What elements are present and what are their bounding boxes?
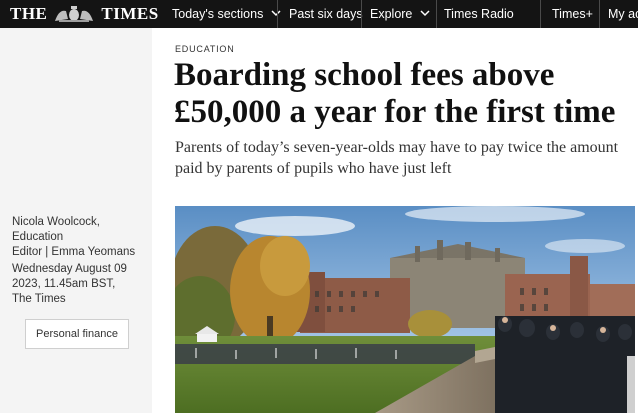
nav-my-account[interactable]: My ac <box>608 0 638 28</box>
nav-times-plus[interactable]: Times+ <box>552 0 593 28</box>
nav-my-account-label: My ac <box>608 7 638 21</box>
the-times-logo[interactable]: THE TIMES <box>10 3 159 25</box>
nav-todays-sections[interactable]: Today's sections <box>172 0 281 28</box>
author-line-1: Nicola Woolcock, Education <box>12 216 100 243</box>
publish-date: Wednesday August 09 2023, 11.45am BST, T… <box>12 262 147 307</box>
nav-explore[interactable]: Explore <box>370 0 430 28</box>
chevron-down-icon <box>420 9 430 16</box>
hero-photo <box>175 206 635 413</box>
nav-divider <box>436 0 437 28</box>
byline: Nicola Woolcock, Education Editor | Emma… <box>12 215 152 260</box>
date-line-1: Wednesday August 09 <box>12 263 127 275</box>
nav-past-six-days[interactable]: Past six days <box>289 0 363 28</box>
royal-coat-of-arms-icon <box>55 6 94 22</box>
date-line-2: 2023, 11.45am BST, <box>12 278 116 290</box>
article-standfirst: Parents of today’s seven-year-olds may h… <box>175 139 619 177</box>
nav-past-six-days-label: Past six days <box>289 7 363 21</box>
tag-personal-finance-button[interactable]: Personal finance <box>25 319 129 349</box>
section-label[interactable]: EDUCATION <box>175 44 235 54</box>
article-headline: Boarding school fees above £50,000 a yea… <box>174 57 616 130</box>
logo-text-the: THE <box>10 4 48 23</box>
author-link-emma-yeomans[interactable]: Emma Yeomans <box>51 246 135 258</box>
eton-college-scene-image <box>175 206 635 413</box>
author-line-2: Editor | Emma Yeomans <box>12 245 152 260</box>
nav-divider <box>361 0 362 28</box>
nav-explore-label: Explore <box>370 7 413 21</box>
nav-times-radio[interactable]: Times Radio <box>444 0 514 28</box>
nav-divider <box>540 0 541 28</box>
nav-todays-sections-label: Today's sections <box>172 7 264 21</box>
top-navigation-bar: THE TIMES Today's sections Past six days… <box>0 0 638 28</box>
nav-times-plus-label: Times+ <box>552 7 593 21</box>
date-line-3: The Times <box>12 293 66 305</box>
logo-text-times: TIMES <box>101 4 159 23</box>
nav-divider <box>277 0 278 28</box>
author-line-2-prefix: Editor | <box>12 246 52 258</box>
nav-divider <box>599 0 600 28</box>
nav-times-radio-label: Times Radio <box>444 7 514 21</box>
